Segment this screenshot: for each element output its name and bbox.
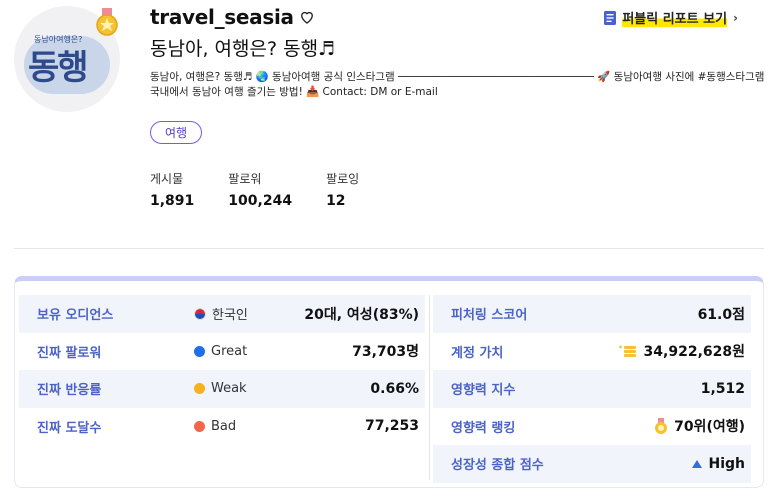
status-dot-icon <box>194 420 205 432</box>
metric-row-engagement: 진짜 반응률 Weak 0.66% <box>19 370 425 408</box>
metric-mid-label: Weak <box>211 381 247 397</box>
metric-row-featuring-score: 피처링 스코어 61.0점 <box>433 295 751 333</box>
metric-value: 61.0점 <box>697 306 745 323</box>
up-triangle-icon <box>692 459 703 468</box>
metric-key: 보유 오디언스 <box>37 308 114 324</box>
metric-value: 70위(여행) <box>654 416 745 436</box>
metrics-panel: 보유 오디언스 한국인 20대, 여성(83%) 진짜 팔로워 Great 73… <box>14 276 764 488</box>
metric-key: 성장성 종합 점수 <box>451 458 544 474</box>
metrics-left-column: 보유 오디언스 한국인 20대, 여성(83%) 진짜 팔로워 Great 73… <box>19 295 425 445</box>
document-icon <box>604 10 617 25</box>
bio-line-2: 국내에서 동남아 여행 즐기는 방법! 📥 Contact: DM or E-m… <box>150 86 438 98</box>
metric-mid-label: Bad <box>211 418 237 434</box>
metric-value: 77,253 <box>364 418 419 435</box>
metric-value: 73,703명 <box>352 344 419 361</box>
metric-mid: 한국인 <box>194 304 248 323</box>
metric-value: 20대, 여성(83%) <box>304 306 419 323</box>
category-tag[interactable]: 여행 <box>150 121 203 144</box>
coins-icon <box>618 345 636 358</box>
metric-row-influence-rank: 영향력 랭킹 70위(여행) <box>433 408 751 446</box>
medal-icon <box>655 418 668 435</box>
metric-row-audience: 보유 오디언스 한국인 20대, 여성(83%) <box>19 295 425 333</box>
stat-following: 팔로잉 12 <box>326 170 359 209</box>
metric-row-growth-score: 성장성 종합 점수 High <box>433 445 751 483</box>
stat-label: 팔로잉 <box>326 172 360 186</box>
metric-value: 1,512 <box>700 380 745 397</box>
metric-value-text: 34,922,628원 <box>643 344 745 361</box>
stat-followers: 팔로워 100,244 <box>228 170 292 209</box>
section-divider <box>14 248 764 249</box>
metrics-right-column: 피처링 스코어 61.0점 계정 가치 34,922,628원 영향력 지수 1… <box>433 295 751 483</box>
username[interactable]: travel_seasia <box>150 5 294 29</box>
status-dot-icon <box>194 345 205 357</box>
chevron-right-icon: › <box>733 10 738 25</box>
bio: 동남아, 여행은? 동행♬ 🌏 동남아여행 공식 인스타그램 ─────────… <box>150 70 765 100</box>
metric-key: 진짜 도달수 <box>37 420 102 436</box>
metric-mid: Weak <box>194 381 247 396</box>
metric-key: 계정 가치 <box>451 345 504 361</box>
heart-icon[interactable] <box>298 8 316 26</box>
metric-key: 진짜 팔로워 <box>37 345 102 361</box>
stat-value: 100,244 <box>228 193 293 209</box>
metric-value-text: High <box>708 455 745 472</box>
stat-posts: 게시물 1,891 <box>150 170 194 209</box>
metric-value-text: 70위(여행) <box>674 419 745 436</box>
metric-mid-label: Great <box>211 343 248 359</box>
metric-key: 진짜 반응률 <box>37 383 102 399</box>
metric-row-influence-index: 영향력 지수 1,512 <box>433 370 751 408</box>
metric-mid: Bad <box>194 419 236 434</box>
metric-row-reach: 진짜 도달수 Bad 77,253 <box>19 408 425 446</box>
profile-stats: 게시물 1,891 팔로워 100,244 팔로잉 12 <box>150 170 359 209</box>
metric-value: 34,922,628원 <box>618 341 745 361</box>
public-report-link[interactable]: 퍼블릭 리포트 보기 › <box>604 8 738 27</box>
metric-mid: Great <box>194 344 247 359</box>
username-row: travel_seasia <box>150 5 316 29</box>
stat-value: 1,891 <box>150 193 195 209</box>
medal-icon <box>96 8 118 36</box>
public-report-label: 퍼블릭 리포트 보기 <box>622 8 728 27</box>
avatar-big-text: 동행 <box>28 48 89 88</box>
stat-label: 게시물 <box>150 172 184 186</box>
metric-mid-label: 한국인 <box>212 308 248 324</box>
metric-row-real-followers: 진짜 팔로워 Great 73,703명 <box>19 333 425 371</box>
metric-value: 0.66% <box>370 380 419 397</box>
stat-label: 팔로워 <box>228 172 262 186</box>
column-divider <box>429 295 430 480</box>
metric-value: High <box>692 456 745 472</box>
metric-row-account-value: 계정 가치 34,922,628원 <box>433 333 751 371</box>
metric-key: 피처링 스코어 <box>451 308 528 324</box>
display-name: 동남아, 여행은? 동행♬ <box>150 38 336 60</box>
stat-value: 12 <box>326 193 346 209</box>
status-dot-icon <box>194 383 205 395</box>
metric-key: 영향력 랭킹 <box>451 420 516 436</box>
bio-line-1: 동남아, 여행은? 동행♬ 🌏 동남아여행 공식 인스타그램 ─────────… <box>150 71 765 83</box>
metric-key: 영향력 지수 <box>451 383 516 399</box>
korea-flag-icon <box>194 307 206 320</box>
